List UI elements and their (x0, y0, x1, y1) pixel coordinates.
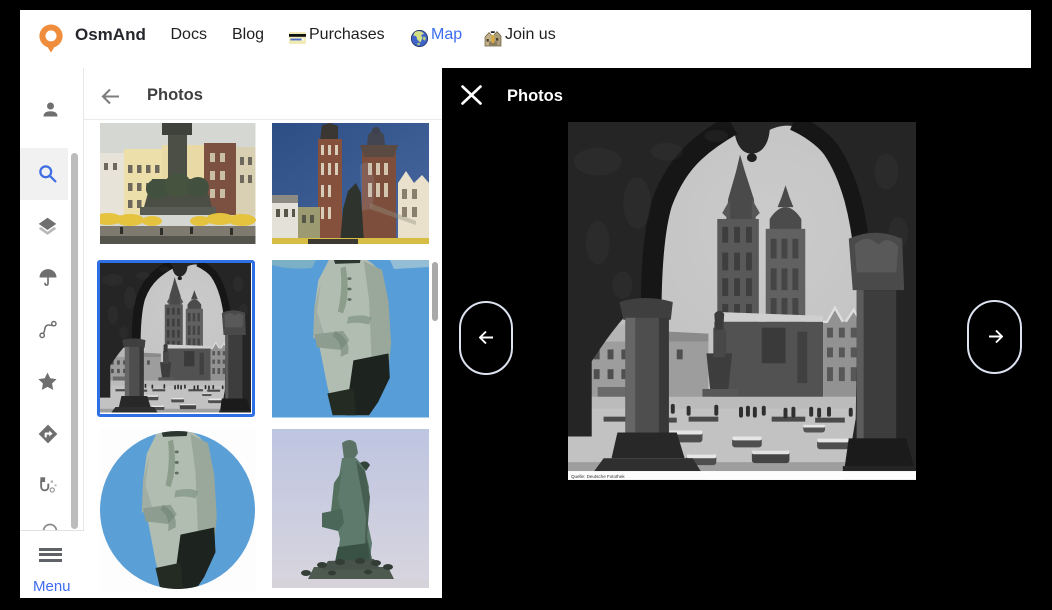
svg-text:Quelle: Deutsche Fotothek: Quelle: Deutsche Fotothek (571, 474, 625, 479)
